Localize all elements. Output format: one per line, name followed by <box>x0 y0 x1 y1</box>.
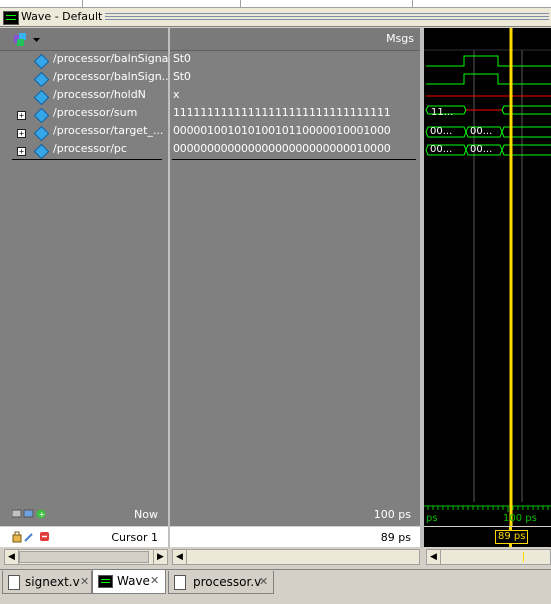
tab-processor[interactable]: processor.v ✕ <box>168 571 274 594</box>
tab-label: processor.v <box>193 575 262 589</box>
document-tab-bar: signext.v ✕ Wave ✕ processor.v ✕ <box>0 569 551 604</box>
timeline-100ps-label: 100 ps <box>503 513 537 524</box>
bus-label-target-a: 00... <box>430 126 453 137</box>
waveform-canvas[interactable] <box>424 28 551 502</box>
value-row[interactable]: St0 <box>170 70 420 87</box>
value-row[interactable]: St0 <box>170 52 420 69</box>
cursor-value-cell: 89 ps <box>170 527 420 547</box>
signal-diamond-icon <box>33 53 50 70</box>
close-icon[interactable]: ✕ <box>80 575 89 588</box>
wave-balnsignal <box>426 55 551 67</box>
wave-window-icon <box>3 11 19 25</box>
expand-plus-icon[interactable]: + <box>17 129 26 138</box>
close-icon[interactable]: ✕ <box>150 574 159 587</box>
wave-balnsign2 <box>426 73 551 85</box>
waveform-pane[interactable]: 11... 00... 00... 00... 00... <box>424 28 551 502</box>
scroll-left-icon[interactable]: ◀ <box>5 550 19 564</box>
signal-name: /processor/sum <box>53 106 138 119</box>
wave-tools-icon[interactable]: + <box>12 508 48 520</box>
signal-name: /processor/balnSign... <box>53 70 173 83</box>
value-pane-hscroll[interactable]: ◀ <box>172 549 420 565</box>
signal-value: St0 <box>173 52 191 65</box>
now-value: 100 ps <box>373 508 411 521</box>
top-strip <box>0 0 551 8</box>
value-row[interactable]: x <box>170 88 420 105</box>
signal-diamond-icon <box>33 143 50 160</box>
value-row[interactable]: 00000100101010010110000010001000 <box>170 124 420 141</box>
svg-text:+: + <box>39 510 46 519</box>
time-status-area: + Now Cursor 1 100 ps 89 ps ps 100 ps 89… <box>0 502 551 548</box>
scroll-left-icon[interactable]: ◀ <box>173 550 187 564</box>
value-pane-header: Msgs <box>170 28 420 51</box>
cursor-marker-label[interactable]: 89 ps <box>495 530 529 544</box>
scroll-right-icon[interactable]: ▶ <box>153 550 167 564</box>
now-row: + Now <box>0 502 168 526</box>
wave-tab-icon <box>98 575 113 588</box>
tab-signext[interactable]: signext.v ✕ <box>2 571 92 594</box>
signal-row[interactable]: /processor/holdN <box>0 88 168 106</box>
tab-wave[interactable]: Wave ✕ <box>92 570 166 594</box>
signal-diamond-icon <box>33 107 50 124</box>
signal-value-pane: Msgs St0 St0 x 1111111111111111111111111… <box>170 28 420 502</box>
insertion-line <box>12 159 162 160</box>
bus-label-pc-a: 00... <box>430 144 453 155</box>
expand-plus-icon[interactable]: + <box>17 147 26 156</box>
signal-diamond-icon <box>33 125 50 142</box>
tab-label: signext.v <box>25 575 80 589</box>
value-row[interactable]: 00000000000000000000000000010000 <box>170 142 420 159</box>
scroll-left-icon[interactable]: ◀ <box>427 550 441 564</box>
tab-label: Wave <box>117 574 150 588</box>
signal-value: x <box>173 88 180 101</box>
titlebar-grip[interactable] <box>105 13 549 21</box>
signal-value: 11111111111111111111111111111111 <box>173 106 391 119</box>
close-icon[interactable]: ✕ <box>259 575 268 588</box>
signal-name: /processor/holdN <box>53 88 146 101</box>
signal-row[interactable]: + /processor/sum <box>0 106 168 124</box>
cursor-label: Cursor 1 <box>111 531 158 544</box>
signal-name: /processor/target_... <box>53 124 164 137</box>
signal-row[interactable]: /processor/balnSign... <box>0 70 172 88</box>
value-row[interactable]: 11111111111111111111111111111111 <box>170 106 420 123</box>
signal-name: /processor/pc <box>53 142 127 155</box>
signal-name: /processor/balnSignal <box>53 52 172 65</box>
timeline-ruler[interactable]: ps 100 ps <box>424 502 551 526</box>
file-icon <box>174 575 186 590</box>
now-value-cell: 100 ps <box>170 502 420 526</box>
file-icon <box>8 575 20 590</box>
name-pane-header <box>0 28 168 51</box>
expand-plus-icon[interactable]: + <box>17 111 26 120</box>
insertion-line <box>172 159 416 160</box>
signal-diamond-icon <box>33 71 50 88</box>
scroll-cursor-marker <box>523 552 524 562</box>
now-label: Now <box>134 508 158 521</box>
wave-pane-hscroll[interactable]: ◀ <box>426 549 551 565</box>
signal-value: 00000100101010010110000010001000 <box>173 124 391 137</box>
signal-value: St0 <box>173 70 191 83</box>
window-title: Wave - Default <box>21 10 103 23</box>
scroll-thumb[interactable] <box>19 551 149 563</box>
signal-diamond-icon <box>33 89 50 106</box>
signal-name-pane: /processor/balnSignal /processor/balnSig… <box>0 28 172 502</box>
timeline-left-label: ps <box>426 513 438 524</box>
bus-label-pc-b: 00... <box>470 144 493 155</box>
signal-row[interactable]: /processor/balnSignal <box>0 52 172 70</box>
signal-type-dropdown-icon[interactable] <box>13 32 43 48</box>
msgs-header: Msgs <box>386 32 414 45</box>
signal-row[interactable]: + /processor/target_... <box>0 124 168 142</box>
signal-value: 00000000000000000000000000010000 <box>173 142 391 155</box>
bus-label-target-b: 00... <box>470 126 493 137</box>
wave-window-titlebar[interactable]: Wave - Default <box>0 8 551 27</box>
signal-row[interactable]: + /processor/pc <box>0 142 168 160</box>
cursor-row[interactable]: Cursor 1 <box>0 527 168 547</box>
name-pane-hscroll[interactable]: ◀ ▶ <box>4 549 168 565</box>
cursor-tools-icon[interactable] <box>12 530 52 544</box>
cursor-value: 89 ps <box>380 531 411 544</box>
bus-label-sum: 11... <box>431 107 454 118</box>
cursor-marker-row[interactable]: 89 ps <box>424 527 551 547</box>
